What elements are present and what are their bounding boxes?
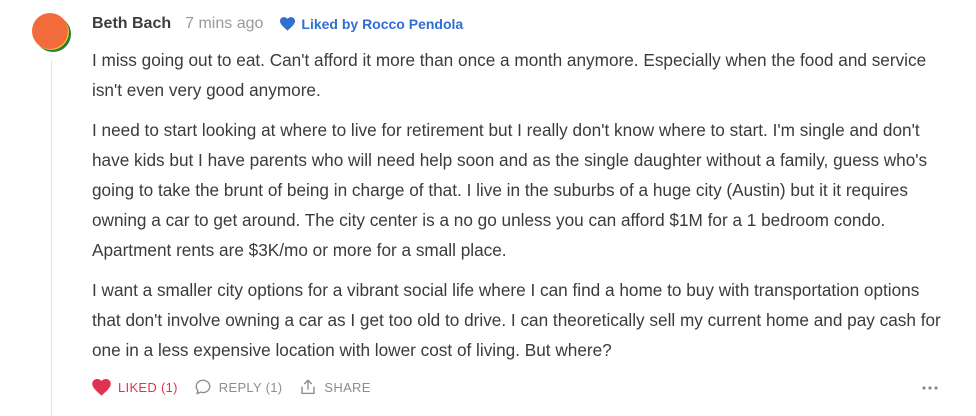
comment-paragraph: I need to start looking at where to live… xyxy=(92,120,928,260)
share-label: SHARE xyxy=(324,379,371,395)
reply-label: REPLY (1) xyxy=(218,379,283,395)
heart-icon xyxy=(280,17,296,31)
like-button[interactable]: LIKED (1) xyxy=(92,378,178,396)
avatar[interactable] xyxy=(32,13,72,53)
avatar-icon xyxy=(32,13,71,52)
reply-button[interactable]: REPLY (1) xyxy=(194,378,283,396)
liked-by-badge: Liked by Rocco Pendola xyxy=(280,16,463,32)
ellipsis-icon xyxy=(922,386,938,390)
speech-bubble-icon xyxy=(195,379,211,395)
comment-header: Beth Bach 7 mins ago Liked by Rocco Pend… xyxy=(92,12,463,36)
comment-actions: LIKED (1) REPLY (1) SHARE xyxy=(92,375,371,399)
share-icon xyxy=(301,379,316,395)
comment-paragraph: I want a smaller city options for a vibr… xyxy=(92,280,941,360)
liked-by-label: Liked by Rocco Pendola xyxy=(301,16,464,32)
comment-body: I miss going out to eat. Can't afford it… xyxy=(92,45,952,375)
thread-line xyxy=(51,60,52,416)
comment-paragraph: I miss going out to eat. Can't afford it… xyxy=(92,50,927,100)
heart-icon xyxy=(92,378,111,396)
author-name[interactable]: Beth Bach xyxy=(92,15,171,33)
more-options-button[interactable] xyxy=(920,380,940,394)
timestamp[interactable]: 7 mins ago xyxy=(185,15,263,33)
share-button[interactable]: SHARE xyxy=(299,378,370,396)
like-label: LIKED (1) xyxy=(118,379,178,395)
